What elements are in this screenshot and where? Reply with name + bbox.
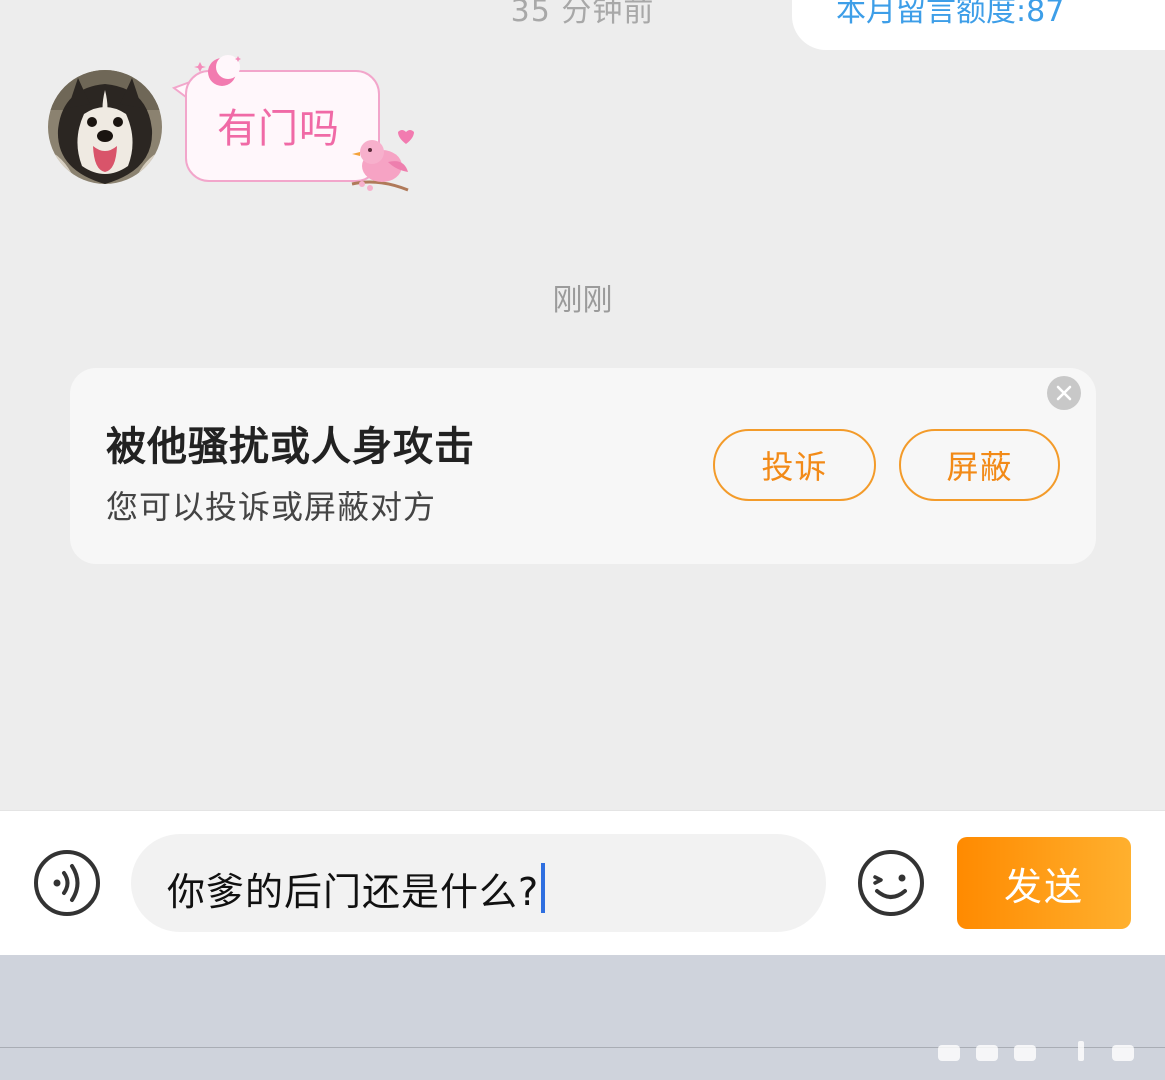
incoming-message-text: 有门吗 xyxy=(217,106,340,152)
report-card-title: 被他骚扰或人身攻击 xyxy=(106,424,475,470)
report-card-subtitle: 您可以投诉或屏蔽对方 xyxy=(106,488,437,526)
quota-text: 本月留言额度:87 xyxy=(836,0,1065,29)
message-input-value: 你爹的后门还是什么? xyxy=(167,861,546,916)
bird-sticker-icon xyxy=(351,130,414,192)
message-timestamp: 刚刚 xyxy=(552,283,613,318)
voice-input-icon xyxy=(34,850,100,916)
close-card-button[interactable] xyxy=(1047,376,1081,410)
keyboard-toolbar-icon xyxy=(938,1041,1134,1061)
emoji-button[interactable] xyxy=(857,849,925,917)
incoming-message-bubble[interactable]: 有门吗 xyxy=(170,52,420,202)
text-caret xyxy=(541,863,546,913)
complain-button[interactable]: 投诉 xyxy=(713,429,876,501)
avatar[interactable] xyxy=(48,70,162,184)
keyboard-area xyxy=(0,955,1165,1080)
emoji-icon xyxy=(858,850,924,916)
send-button[interactable]: 发送 xyxy=(957,837,1131,929)
block-button[interactable]: 屏蔽 xyxy=(899,429,1060,501)
message-input[interactable]: 你爹的后门还是什么? xyxy=(131,834,826,932)
close-icon xyxy=(1056,385,1072,401)
message-input-bar: 你爹的后门还是什么? 发送 xyxy=(0,810,1165,955)
dog-avatar-image xyxy=(48,70,162,184)
moon-sticker-icon xyxy=(194,55,241,86)
voice-input-button[interactable] xyxy=(33,849,101,917)
harassment-report-card: 被他骚扰或人身攻击 您可以投诉或屏蔽对方 投诉 屏蔽 xyxy=(70,368,1096,564)
message-input-text: 你爹的后门还是什么? xyxy=(167,870,540,914)
